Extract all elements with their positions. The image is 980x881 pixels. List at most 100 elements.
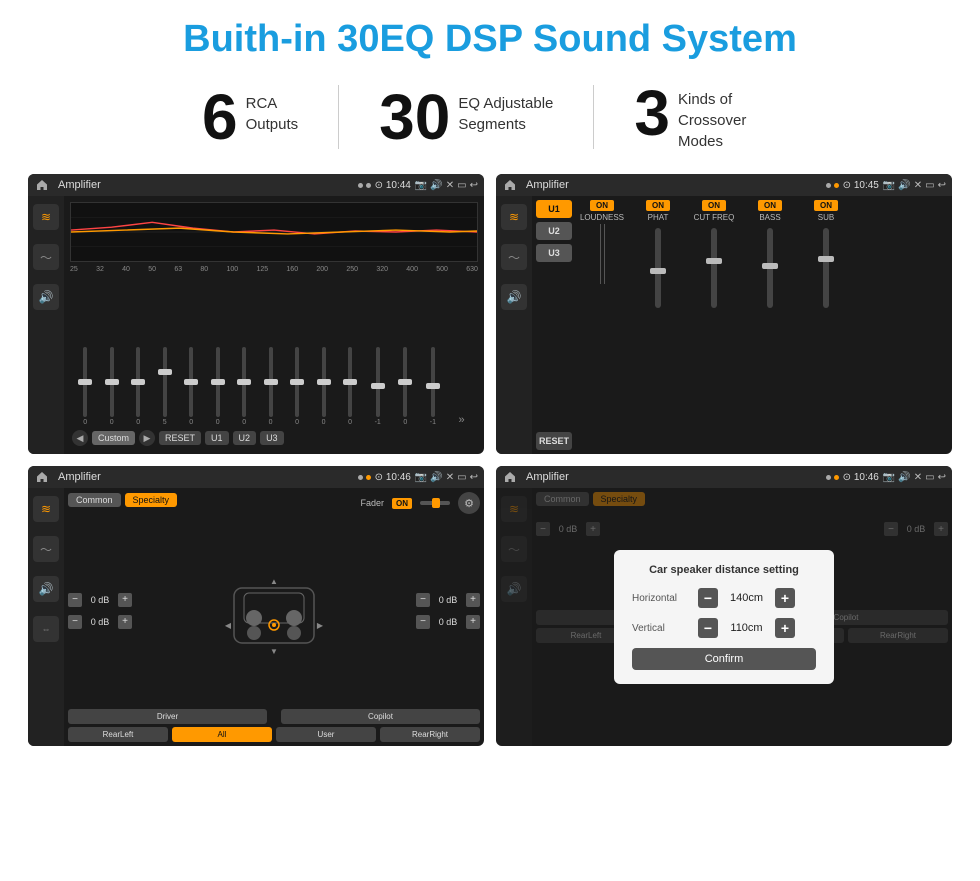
db3-minus[interactable]: − [416, 593, 430, 607]
u2-preset[interactable]: U2 [536, 222, 572, 240]
horizontal-minus[interactable]: − [698, 588, 718, 608]
wave2-icon-btn[interactable]: 〜 [501, 244, 527, 270]
eq-slider-8[interactable]: 0 [269, 347, 273, 426]
svg-text:◀: ◀ [225, 621, 232, 630]
loudness-on[interactable]: ON [590, 200, 614, 211]
u3-btn-1[interactable]: U3 [260, 431, 284, 445]
cutfreq-on[interactable]: ON [702, 200, 726, 211]
rearleft-btn[interactable]: RearLeft [68, 727, 168, 742]
sub-on[interactable]: ON [814, 200, 838, 211]
bass-label: BASS [759, 213, 780, 222]
user-btn[interactable]: User [276, 727, 376, 742]
home-icon-4[interactable] [502, 469, 518, 485]
db1-minus[interactable]: − [68, 593, 82, 607]
home-icon-1[interactable] [34, 177, 50, 193]
expand3-icon: ⇔ [42, 624, 51, 634]
screen2-title: Amplifier [522, 179, 822, 191]
svg-text:▼: ▼ [270, 647, 278, 656]
driver-btn[interactable]: Driver [68, 709, 267, 724]
speaker-icon-btn[interactable]: 🔊 [33, 284, 59, 310]
phat-label: PHAT [648, 213, 669, 222]
eq-slider-6[interactable]: 0 [216, 347, 220, 426]
more-icon[interactable]: » [458, 414, 464, 426]
db4-value: 0 dB [434, 617, 462, 627]
all-btn[interactable]: All [172, 727, 272, 742]
db4-plus[interactable]: + [466, 615, 480, 629]
page-title: Buith-in 30EQ DSP Sound System [0, 0, 980, 71]
eq-slider-13[interactable]: 0 [403, 347, 407, 426]
horizontal-label: Horizontal [632, 593, 692, 604]
eq3-icon-btn[interactable]: ≋ [33, 496, 59, 522]
eq-slider-11[interactable]: 0 [348, 347, 352, 426]
wave-icon-btn[interactable]: 〜 [33, 244, 59, 270]
common-tab[interactable]: Common [68, 493, 121, 507]
dialog-title: Car speaker distance setting [632, 564, 816, 576]
vertical-minus[interactable]: − [698, 618, 718, 638]
stats-row: 6 RCAOutputs 30 EQ AdjustableSegments 3 … [0, 71, 980, 166]
fader-on[interactable]: ON [392, 498, 412, 509]
db-row-1: − 0 dB + [68, 593, 132, 607]
vertical-plus[interactable]: + [775, 618, 795, 638]
expand3-icon-btn[interactable]: ⇔ [33, 616, 59, 642]
phat-on[interactable]: ON [646, 200, 670, 211]
db1-value: 0 dB [86, 595, 114, 605]
screen1-content: ≋ 〜 🔊 [28, 196, 484, 454]
eq-area: 25 32 40 50 63 80 100 125 160 200 250 32… [64, 196, 484, 454]
u1-btn-1[interactable]: U1 [205, 431, 229, 445]
home-icon-3[interactable] [34, 469, 50, 485]
db2-minus[interactable]: − [68, 615, 82, 629]
dialog-overlay: Car speaker distance setting Horizontal … [496, 488, 952, 746]
settings-icon-btn[interactable]: ⚙ [458, 492, 480, 514]
eq-slider-14[interactable]: -1 [430, 347, 436, 426]
rearright-btn[interactable]: RearRight [380, 727, 480, 742]
status-bar-1: Amplifier ⊙ 10:44 📷 🔊 ✕ ▭ ↩ [28, 174, 484, 196]
bass-on[interactable]: ON [758, 200, 782, 211]
right-controls: − 0 dB + − 0 dB + [416, 520, 480, 705]
eq2-icon-btn[interactable]: ≋ [501, 204, 527, 230]
home-icon-2[interactable] [502, 177, 518, 193]
wave3-icon: 〜 [40, 541, 52, 558]
ch-phat: ON PHAT [632, 200, 684, 450]
u2-btn-1[interactable]: U2 [233, 431, 257, 445]
screen-crossover: Amplifier ⊙ 10:46 📷 🔊 ✕ ▭ ↩ ≋ 〜 [28, 466, 484, 746]
prev-btn[interactable]: ◀ [72, 430, 88, 446]
status-bar-2: Amplifier ⊙ 10:45 📷 🔊 ✕ ▭ ↩ [496, 174, 952, 196]
eq-slider-3[interactable]: 0 [136, 347, 140, 426]
db3-plus[interactable]: + [466, 593, 480, 607]
eq-slider-10[interactable]: 0 [322, 347, 326, 426]
eq-slider-12[interactable]: -1 [375, 347, 381, 426]
screen2-time: ⊙ 10:45 [843, 180, 879, 191]
horizontal-plus[interactable]: + [775, 588, 795, 608]
eq-slider-2[interactable]: 0 [110, 347, 114, 426]
speaker3-icon: 🔊 [39, 582, 54, 596]
play-btn[interactable]: ▶ [139, 430, 155, 446]
reset-btn-1[interactable]: RESET [159, 431, 201, 445]
eq-icon-btn[interactable]: ≋ [33, 204, 59, 230]
copilot-btn[interactable]: Copilot [281, 709, 480, 724]
db-row-2: − 0 dB + [68, 615, 132, 629]
db4-minus[interactable]: − [416, 615, 430, 629]
screens-grid: Amplifier ⊙ 10:44 📷 🔊 ✕ ▭ ↩ ≋ 〜 [0, 166, 980, 758]
speaker-icon: 🔊 [39, 290, 54, 304]
speaker2-icon-btn[interactable]: 🔊 [501, 284, 527, 310]
u3-preset[interactable]: U3 [536, 244, 572, 262]
confirm-button[interactable]: Confirm [632, 648, 816, 670]
eq-bottom-bar: ◀ Custom ▶ RESET U1 U2 U3 [70, 426, 478, 448]
eq-slider-1[interactable]: 0 [83, 347, 87, 426]
u1-preset[interactable]: U1 [536, 200, 572, 218]
eq-slider-5[interactable]: 0 [189, 347, 193, 426]
screen1-icons: 📷 🔊 ✕ ▭ ↩ [415, 180, 478, 191]
eq-slider-4[interactable]: 5 [163, 347, 167, 426]
specialty-tab[interactable]: Specialty [125, 493, 178, 507]
eq-slider-7[interactable]: 0 [242, 347, 246, 426]
db1-plus[interactable]: + [118, 593, 132, 607]
dsp-channels: ON LOUDNESS ON PHAT [576, 200, 948, 450]
custom-btn[interactable]: Custom [92, 431, 135, 445]
wave3-icon-btn[interactable]: 〜 [33, 536, 59, 562]
speaker3-icon-btn[interactable]: 🔊 [33, 576, 59, 602]
db2-plus[interactable]: + [118, 615, 132, 629]
status-bar-4: Amplifier ⊙ 10:46 📷 🔊 ✕ ▭ ↩ [496, 466, 952, 488]
screen4-time: ⊙ 10:46 [843, 472, 879, 483]
eq-slider-9[interactable]: 0 [295, 347, 299, 426]
reset-dsp[interactable]: RESET [536, 432, 572, 450]
